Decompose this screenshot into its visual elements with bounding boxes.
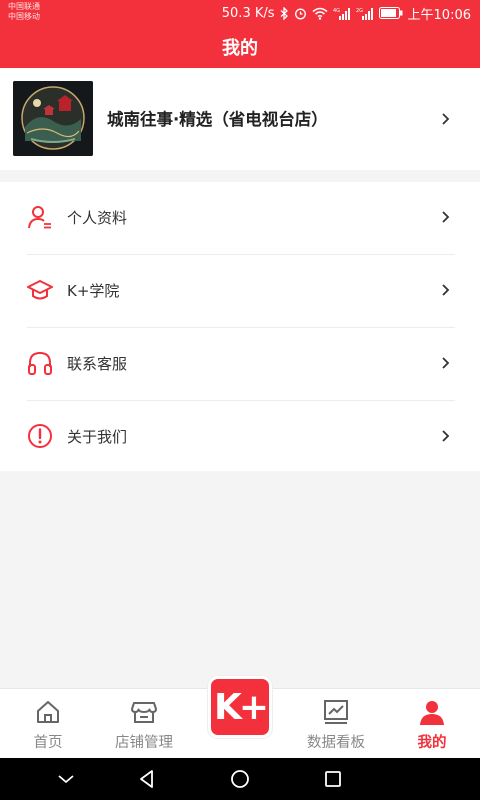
- graduation-cap-icon: [27, 280, 53, 300]
- svg-text:4G: 4G: [333, 8, 340, 14]
- battery-icon: [378, 7, 403, 19]
- store-name: 城南往事·精选（省电视台店）: [107, 110, 328, 129]
- status-bar: 中国联通 中国移动 50.3 K/s 4G 2G 上午10:06: [0, 0, 480, 25]
- menu-item-about[interactable]: 关于我们: [0, 401, 480, 473]
- bluetooth-icon: [280, 6, 288, 20]
- tab-label: 店铺管理: [115, 735, 173, 751]
- home-circle-icon[interactable]: [230, 769, 250, 789]
- tab-home[interactable]: 首页: [0, 689, 96, 759]
- menu-item-label: 个人资料: [67, 209, 128, 227]
- chevron-right-icon: [442, 357, 450, 369]
- menu-item-label: 关于我们: [67, 428, 128, 446]
- store-logo: [13, 81, 93, 156]
- chevron-right-icon: [442, 430, 450, 442]
- chevron-right-icon: [442, 211, 450, 223]
- menu-item-customer-service[interactable]: 联系客服: [0, 328, 480, 400]
- chart-icon: [324, 700, 348, 724]
- page-header: 我的: [0, 25, 480, 68]
- back-icon[interactable]: [137, 769, 157, 789]
- carrier-info: 中国联通 中国移动: [8, 2, 40, 22]
- k-plus-icon: K+: [213, 686, 269, 728]
- menu-item-profile[interactable]: 个人资料: [0, 182, 480, 254]
- alarm-icon: [294, 8, 306, 19]
- menu-item-label: 联系客服: [67, 355, 128, 373]
- headphones-icon: [28, 351, 52, 375]
- signal-2g-icon: 2G: [356, 7, 373, 20]
- tab-label: 首页: [33, 735, 63, 751]
- home-icon: [37, 701, 59, 723]
- tab-label: 我的: [417, 735, 447, 751]
- store-card[interactable]: 城南往事·精选（省电视台店）: [0, 68, 480, 170]
- user-profile-icon: [28, 206, 51, 229]
- menu-item-academy[interactable]: K+学院: [0, 255, 480, 327]
- carrier-2: 中国移动: [8, 12, 40, 21]
- store-logo-image: [13, 81, 93, 156]
- svg-text:2G: 2G: [356, 8, 363, 14]
- page-title: 我的: [222, 37, 258, 59]
- menu-item-label: K+学院: [67, 282, 120, 300]
- wifi-icon: [312, 7, 328, 20]
- tab-label: 数据看板: [307, 735, 365, 751]
- tab-store-management[interactable]: 店铺管理: [96, 689, 192, 759]
- store-icon: [131, 702, 157, 723]
- tab-dashboard[interactable]: 数据看板: [288, 689, 384, 759]
- chevron-down-icon[interactable]: [56, 769, 76, 789]
- chevron-right-icon: [442, 284, 450, 296]
- signal-4g-icon: 4G: [333, 7, 350, 20]
- person-icon: [420, 701, 444, 725]
- status-right: 50.3 K/s 4G 2G 上午10:06: [221, 4, 471, 23]
- info-icon: [28, 424, 52, 448]
- carrier-1: 中国联通: [8, 2, 40, 11]
- settings-menu: 个人资料 K+学院 联系客服 关于我们: [0, 182, 480, 471]
- chevron-right-icon: [442, 113, 450, 125]
- clock: 上午10:06: [407, 7, 471, 23]
- k-plus-button[interactable]: K+: [208, 676, 272, 738]
- tab-mine[interactable]: 我的: [384, 689, 480, 759]
- recents-icon[interactable]: [323, 769, 343, 789]
- system-navigation-bar: [0, 758, 480, 800]
- network-speed: 50.3 K/s: [221, 5, 275, 21]
